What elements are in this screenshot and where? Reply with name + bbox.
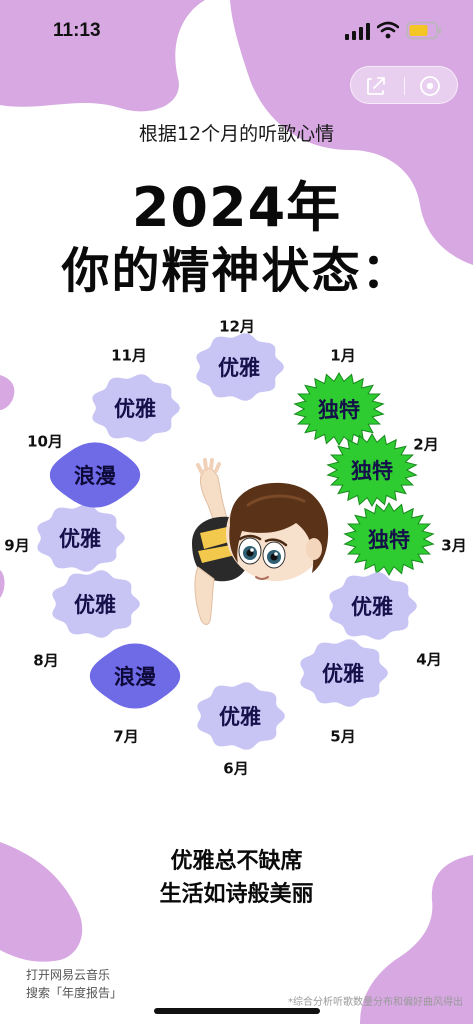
footer-hint-line-1: 打开网易云音乐 — [26, 968, 111, 982]
month-label: 1月 — [330, 346, 356, 365]
month-label: 8月 — [33, 651, 59, 670]
month-label: 4月 — [416, 650, 442, 669]
month-label: 11月 — [111, 346, 147, 365]
month-label: 5月 — [330, 727, 356, 746]
month-label: 9月 — [4, 536, 30, 555]
footer-hint: 打开网易云音乐 搜索「年度报告」 — [26, 966, 122, 1002]
month-label: 7月 — [113, 727, 139, 746]
mood-label: 优雅 — [351, 595, 393, 619]
subtitle: 根据12个月的听歌心情 — [138, 123, 335, 145]
character-illustration — [192, 458, 329, 625]
mood-label: 优雅 — [114, 397, 156, 421]
mood-label: 优雅 — [322, 662, 364, 686]
month-label: 3月 — [441, 536, 467, 555]
target-icon[interactable] — [419, 75, 441, 97]
mood-label: 浪漫 — [74, 464, 116, 488]
signal-icon — [345, 23, 370, 40]
summary-text: 优雅总不缺席 生活如诗般美丽 — [0, 845, 473, 911]
mood-label: 独特 — [318, 398, 360, 422]
footnote: *综合分析听歌数量分布和偏好曲风得出 — [288, 997, 463, 1008]
month-label: 6月 — [223, 759, 249, 778]
home-indicator — [154, 1008, 320, 1014]
battery-icon — [406, 21, 441, 40]
mood-label: 浪漫 — [114, 665, 156, 689]
status-time: 11:13 — [53, 20, 101, 41]
mood-label: 独特 — [351, 459, 393, 483]
summary-line-2: 生活如诗般美丽 — [159, 882, 314, 907]
month-label: 2月 — [413, 435, 439, 454]
capsule-divider — [404, 77, 405, 95]
footer-hint-line-2: 搜索「年度报告」 — [26, 986, 123, 1000]
mood-label: 优雅 — [74, 593, 116, 617]
mood-label: 优雅 — [219, 705, 261, 729]
wifi-icon — [377, 21, 399, 39]
month-label: 10月 — [27, 432, 63, 451]
month-label: 12月 — [219, 317, 255, 336]
share-icon[interactable] — [365, 75, 387, 97]
mood-label: 独特 — [368, 528, 410, 552]
summary-line-1: 优雅总不缺席 — [170, 849, 303, 874]
mood-label: 优雅 — [218, 356, 260, 380]
mood-label: 优雅 — [59, 527, 101, 551]
miniapp-capsule — [350, 66, 458, 104]
state-title: 你的精神状态： — [61, 243, 412, 299]
status-bar: 11:13 — [0, 0, 473, 60]
